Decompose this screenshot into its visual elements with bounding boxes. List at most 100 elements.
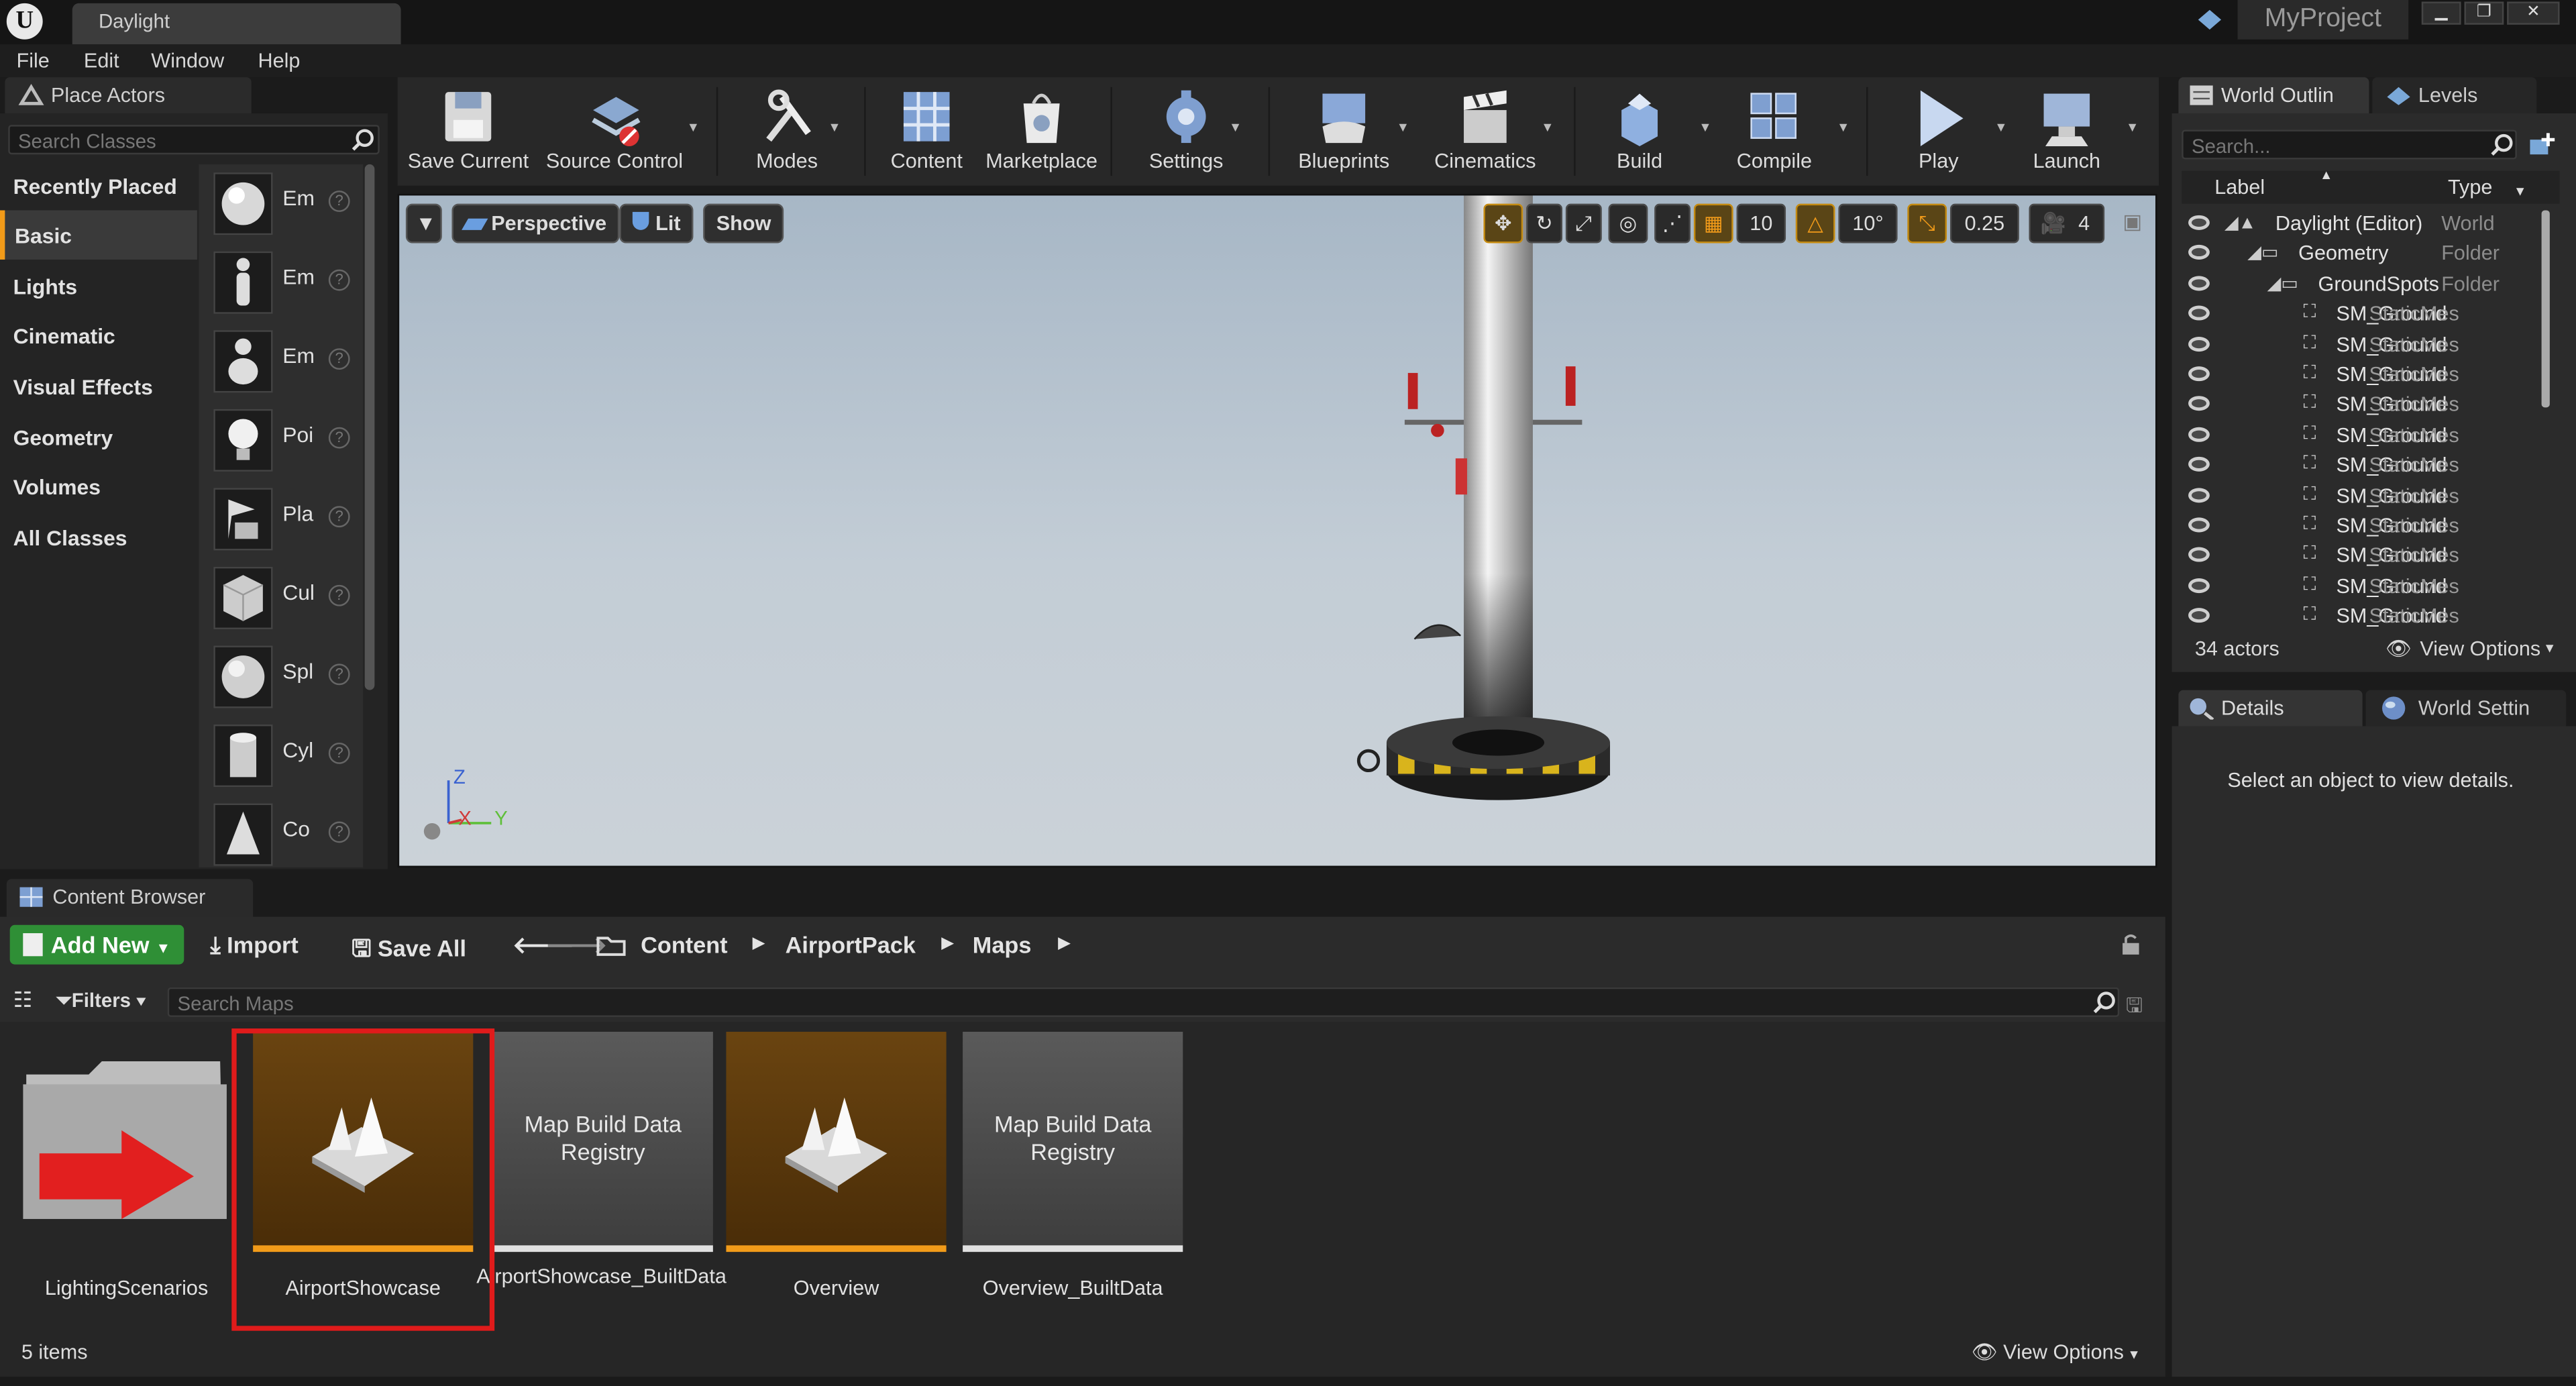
visibility-eye-icon[interactable] [2188,396,2210,412]
scale-tool-icon[interactable]: ⤢ [1565,203,1602,244]
breadcrumb-maps[interactable]: Maps [973,932,1032,958]
actor-item-empty-character[interactable]: Em? [199,245,363,321]
actor-item-player-start[interactable]: Pla? [199,482,363,557]
menu-window[interactable]: Window [151,49,224,72]
asset-tile-overview-builtdata[interactable]: Map Build Data Registry [963,1031,1183,1252]
content-button[interactable]: Content [877,81,976,182]
build-button[interactable]: Build [1587,81,1693,182]
save-all-button[interactable]: 🖫 Save All [352,932,466,971]
camera-speed-button[interactable]: 🎥 4 [2029,203,2105,244]
content-view-options-button[interactable]: 👁 View Options ▼ [1972,1340,2141,1365]
actor-item-cone[interactable]: Co? [199,797,363,873]
help-icon[interactable]: ? [328,584,350,606]
outliner-row[interactable]: ⛶ SM_Ground StaticMes [2182,541,2540,571]
asset-tile-lightingscenarios[interactable] [23,1061,227,1220]
modes-button[interactable]: Modes [733,81,841,182]
play-button[interactable]: Play [1886,81,1991,182]
settings-button[interactable]: Settings [1127,81,1245,182]
lit-button[interactable]: Lit [619,203,694,244]
outliner-row[interactable]: ◢▲ Daylight (Editor) World [2182,209,2540,238]
surface-snap-icon[interactable]: ⋰ [1654,203,1691,244]
maximize-button[interactable]: ❐ [2464,1,2504,25]
help-icon[interactable]: ? [328,663,350,686]
outliner-row[interactable]: ⛶ SM_Ground StaticMes [2182,572,2540,601]
scrollbar[interactable] [2541,210,2550,408]
blueprints-button[interactable]: Blueprints [1285,81,1403,182]
viewport-info-icon[interactable] [423,822,441,840]
blueprints-dropdown-icon[interactable]: ▼ [1397,120,1409,135]
asset-tile-airportshowcase-builtdata[interactable]: Map Build Data Registry [492,1031,713,1252]
visibility-eye-icon[interactable] [2188,608,2210,623]
rotation-snap-value[interactable]: 10° [1838,203,1898,244]
filters-button[interactable]: ⏷Filters ▾ [56,989,146,1014]
visibility-eye-icon[interactable] [2188,457,2210,472]
category-visual-effects[interactable]: Visual Effects [0,362,197,411]
type-dropdown-icon[interactable]: ▼ [2514,184,2526,199]
cinematics-button[interactable]: Cinematics [1423,81,1548,182]
perspective-button[interactable]: Perspective [451,203,620,244]
category-volumes[interactable]: Volumes [0,462,197,511]
rotate-tool-icon[interactable]: ↻ [1526,203,1562,244]
grid-snap-icon[interactable]: ▦ [1693,203,1733,244]
actor-item-empty-actor[interactable]: Em? [199,166,363,242]
actor-item-point-light[interactable]: Poi? [199,403,363,478]
add-folder-icon[interactable] [2527,131,2557,158]
view-options-dropdown-icon[interactable]: ▼ [2543,641,2556,655]
visibility-eye-icon[interactable] [2188,578,2210,593]
visibility-eye-icon[interactable] [2188,547,2210,563]
content-browser-tab[interactable]: Content Browser [6,879,254,917]
cinematics-dropdown-icon[interactable]: ▼ [1541,120,1554,135]
world-local-toggle-icon[interactable]: ◎ [1608,203,1648,244]
maximize-viewport-icon[interactable]: ▣ [2118,204,2147,244]
launch-button[interactable]: Launch [2014,81,2119,182]
outliner-row[interactable]: ⛶ SM_Ground StaticMes [2182,602,2540,631]
outliner-row[interactable]: ◢▭ GroundSpots Folder [2182,269,2540,299]
visibility-eye-icon[interactable] [2188,275,2210,290]
search-maps-input[interactable]: Search Maps [167,987,2120,1017]
asset-tile-overview[interactable] [726,1031,947,1252]
view-options-button[interactable]: View Options [2420,637,2540,660]
details-tab[interactable]: Details [2178,690,2363,727]
outliner-row[interactable]: ⛶ SM_Ground StaticMes [2182,299,2540,329]
launch-dropdown-icon[interactable]: ▼ [2126,120,2139,135]
outliner-search-input[interactable]: Search... [2182,129,2517,160]
minimize-button[interactable]: ▁ [2421,1,2461,25]
actor-item-cube[interactable]: Cul? [199,560,363,636]
visibility-eye-icon[interactable] [2188,215,2210,230]
category-geometry[interactable]: Geometry [0,413,197,462]
visibility-eye-icon[interactable] [2188,487,2210,502]
help-icon[interactable]: ? [328,821,350,843]
settings-dropdown-icon[interactable]: ▼ [1229,120,1242,135]
translate-tool-icon[interactable]: ✥ [1483,203,1523,244]
category-all-classes[interactable]: All Classes [0,513,197,562]
actor-item-cylinder[interactable]: Cyl? [199,718,363,794]
sources-panel-toggle-icon[interactable]: ☷ [13,988,33,1014]
menu-file[interactable]: File [16,49,49,72]
play-dropdown-icon[interactable]: ▼ [1994,120,2007,135]
world-outliner-tab[interactable]: World Outlin [2178,77,2369,113]
menu-edit[interactable]: Edit [84,49,119,72]
type-column-header[interactable]: Type [2448,176,2492,199]
add-new-button[interactable]: Add New ▼ [9,924,184,965]
build-dropdown-icon[interactable]: ▼ [1699,120,1711,135]
compile-dropdown-icon[interactable]: ▼ [1837,120,1849,135]
category-lights[interactable]: Lights [0,261,197,310]
save-current-button[interactable]: Save Current [404,81,532,182]
help-icon[interactable]: ? [328,506,350,528]
levels-tab[interactable]: Levels [2372,77,2537,113]
actor-item-empty-pawn[interactable]: Em? [199,323,363,399]
folder-icon[interactable]: ◢▭ [2247,242,2278,263]
category-recently-placed[interactable]: Recently Placed [0,161,197,210]
lock-icon[interactable] [2119,933,2142,956]
breadcrumb-separator-icon[interactable]: ▶ [1058,935,1071,953]
grid-snap-value[interactable]: 10 [1736,203,1786,244]
outliner-row[interactable]: ⛶ SM_Ground StaticMes [2182,360,2540,389]
place-actors-tab[interactable]: Place Actors [5,77,252,113]
help-icon[interactable]: ? [328,427,350,449]
import-button[interactable]: ⤓ Import [210,932,298,960]
visibility-eye-icon[interactable] [2188,517,2210,533]
breadcrumb-separator-icon[interactable]: ▶ [753,935,765,953]
actor-item-sphere[interactable]: Spl? [199,639,363,715]
compile-button[interactable]: Compile [1722,81,1827,182]
visibility-eye-icon[interactable] [2188,245,2210,260]
